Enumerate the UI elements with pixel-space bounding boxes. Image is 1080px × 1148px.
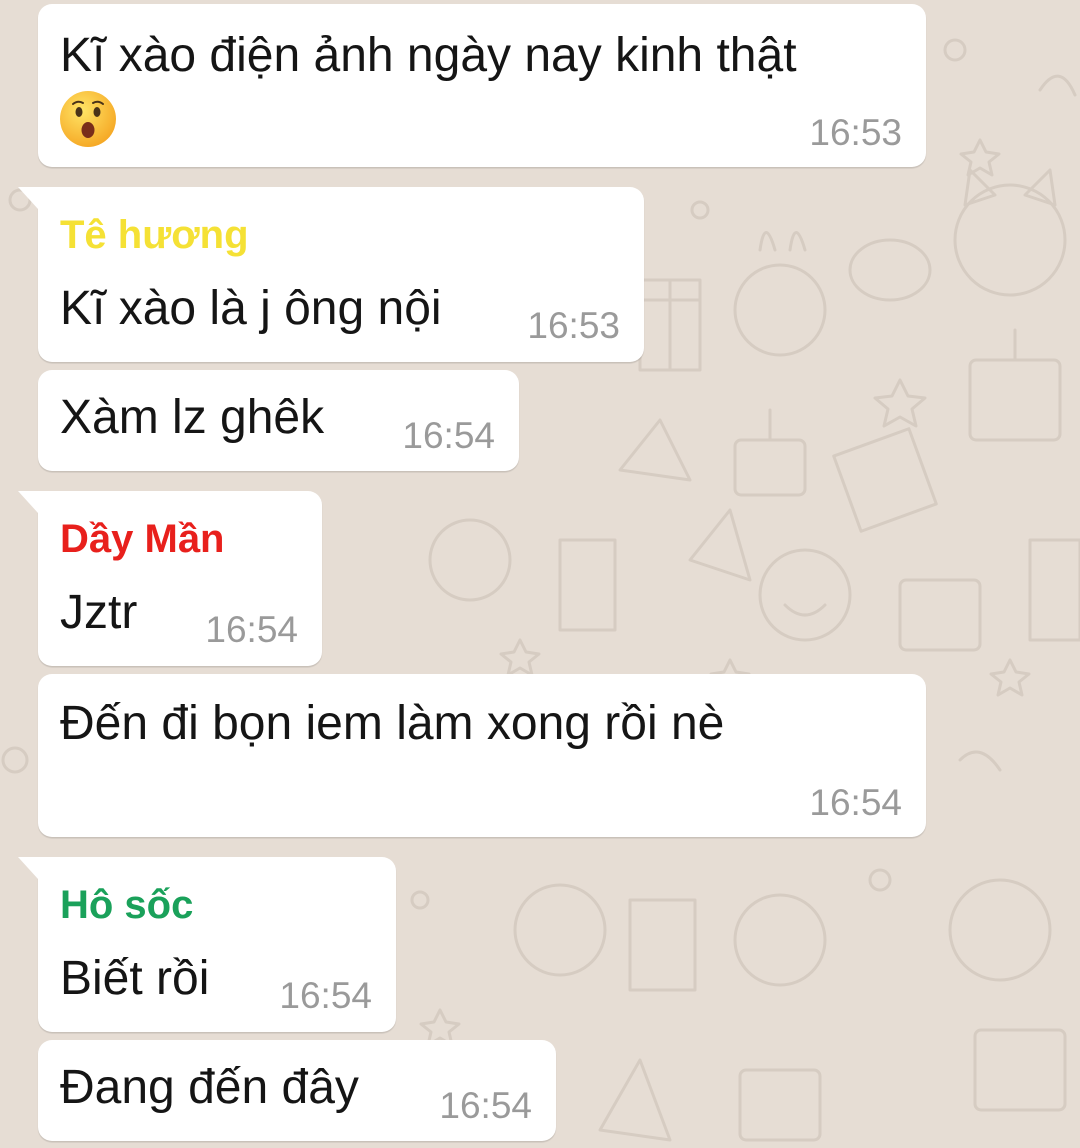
- message-timestamp: 16:53: [809, 112, 902, 153]
- chat-message[interactable]: Kĩ xào điện ảnh ngày nay kinh thật 16:53: [38, 4, 926, 167]
- message-timestamp: 16:54: [205, 609, 298, 650]
- chat-message-list: Kĩ xào điện ảnh ngày nay kinh thật 16:53…: [0, 0, 1080, 1148]
- chat-message[interactable]: Xàm lz ghêk 16:54: [38, 370, 519, 471]
- chat-message[interactable]: Tê hương Kĩ xào là j ông nội 16:53: [18, 187, 644, 362]
- sender-name[interactable]: Tê hương: [60, 213, 249, 258]
- message-text: Đến đi bọn iem làm xong rồi nè: [60, 697, 725, 750]
- message-text: Đang đến đây: [60, 1061, 359, 1114]
- message-timestamp: 16:54: [439, 1085, 532, 1126]
- chat-message[interactable]: Đang đến đây 16:54: [38, 1040, 556, 1141]
- sender-name[interactable]: Hô sốc: [60, 883, 193, 928]
- message-timestamp: 16:54: [402, 415, 495, 456]
- message-timestamp: 16:54: [809, 782, 902, 823]
- astonished-face-icon: [60, 91, 116, 147]
- message-text: Kĩ xào là j ông nội: [60, 282, 442, 335]
- message-text: Xàm lz ghêk: [60, 391, 325, 444]
- chat-message[interactable]: Hô sốc Biết rồi 16:54: [18, 857, 396, 1032]
- message-text: Biết rồi: [60, 952, 210, 1005]
- chat-message[interactable]: Đến đi bọn iem làm xong rồi nè 16:54: [38, 674, 926, 837]
- chat-message[interactable]: Dầy Mần Jztr 16:54: [18, 491, 322, 666]
- message-text: Kĩ xào điện ảnh ngày nay kinh thật: [60, 29, 797, 82]
- sender-name[interactable]: Dầy Mần: [60, 517, 225, 562]
- message-timestamp: 16:53: [527, 305, 620, 346]
- message-timestamp: 16:54: [279, 975, 372, 1016]
- message-text: Jztr: [60, 586, 138, 639]
